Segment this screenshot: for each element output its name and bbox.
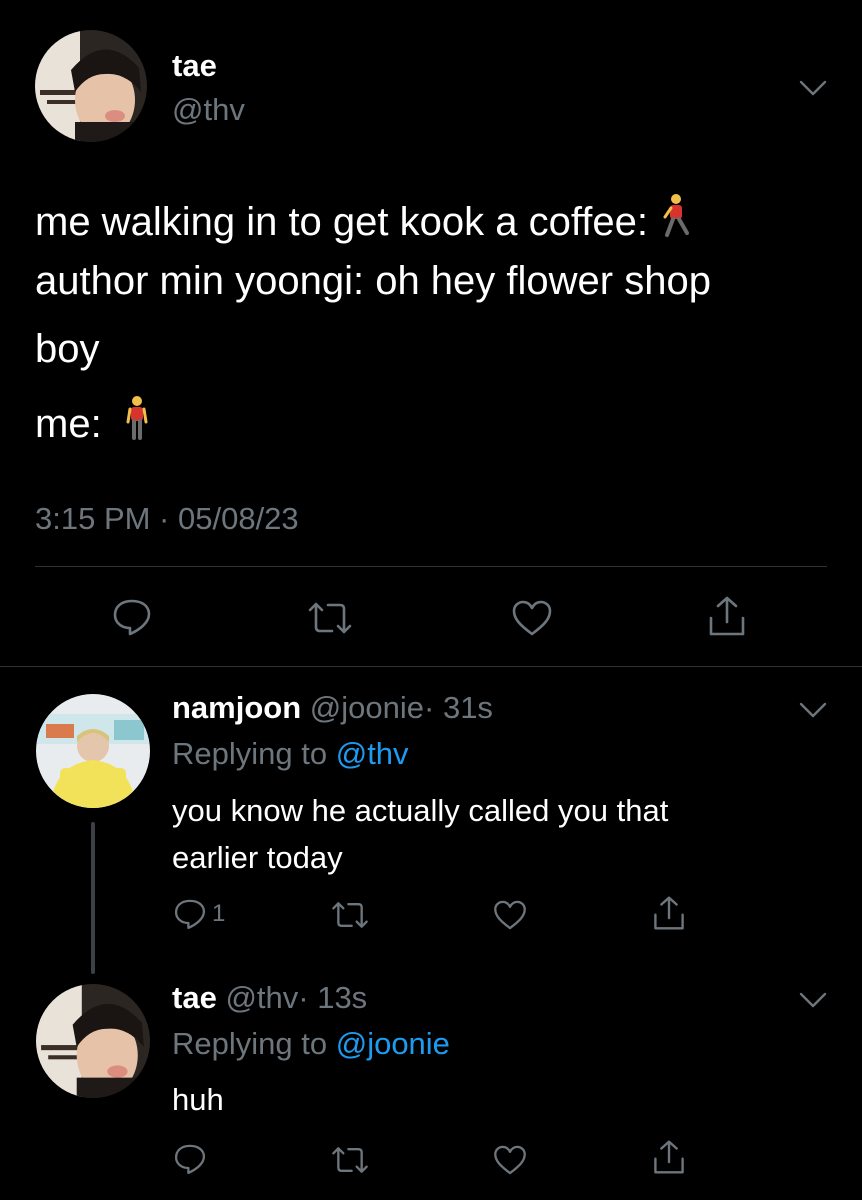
tweet-text-line-2: author min yoongi: oh hey flower shop (35, 259, 711, 303)
reply-text-line-1: huh (172, 1082, 224, 1117)
replying-to-prefix: Replying to (172, 1026, 328, 1061)
reply-button[interactable] (172, 1142, 208, 1176)
person-standing-icon (125, 395, 149, 451)
like-button[interactable] (492, 899, 528, 931)
retweet-button[interactable] (330, 1144, 370, 1176)
reply-header: namjoon @joonie· 31s (172, 690, 493, 726)
tweet-timestamp[interactable]: 3:15 PM · 05/08/23 (35, 501, 299, 537)
reply-button[interactable] (110, 597, 154, 637)
share-icon (709, 596, 745, 636)
tweet-text-line-4: me: (35, 395, 149, 451)
reply-button[interactable]: 1 (172, 897, 225, 931)
speech-bubble-icon (174, 1144, 206, 1175)
divider (35, 566, 827, 567)
main-handle[interactable]: @thv (172, 92, 245, 128)
avatar-tae[interactable] (35, 30, 147, 142)
retweet-button[interactable] (306, 599, 354, 637)
replying-to-prefix: Replying to (172, 736, 328, 771)
reply-header: tae @thv· 13s (172, 980, 367, 1016)
tweet-text-line-3: boy (35, 327, 100, 371)
heart-icon (512, 600, 552, 636)
reply-text-line-2: earlier today (172, 840, 343, 875)
replying-to-link[interactable]: @thv (336, 736, 409, 771)
share-button[interactable] (707, 594, 747, 638)
like-button[interactable] (492, 1144, 528, 1176)
heart-icon (494, 1145, 526, 1175)
chevron-down-icon[interactable] (798, 990, 828, 1010)
reply-handle[interactable]: @joonie (310, 690, 424, 725)
retweet-icon (332, 1147, 368, 1173)
replying-to-link[interactable]: @joonie (336, 1026, 450, 1061)
thread-line (91, 822, 95, 974)
avatar-namjoon[interactable] (36, 694, 150, 808)
reply-time[interactable]: · 31s (424, 690, 493, 725)
heart-icon (494, 900, 526, 930)
share-button[interactable] (652, 894, 686, 932)
section-divider (0, 666, 862, 667)
reply-text-line-1: you know he actually called you that (172, 793, 669, 828)
reply-display-name[interactable]: tae (172, 980, 217, 1015)
replying-to: Replying to @thv (172, 736, 409, 772)
tweet-text-4: me: (35, 402, 102, 446)
reply-time[interactable]: · 13s (298, 980, 367, 1015)
chevron-down-icon[interactable] (798, 700, 828, 720)
retweet-icon (332, 902, 368, 928)
like-button[interactable] (510, 599, 554, 637)
share-icon (654, 1140, 684, 1174)
chevron-down-icon[interactable] (798, 78, 828, 98)
speech-bubble-icon (113, 599, 151, 636)
avatar-tae[interactable] (36, 984, 150, 1098)
retweet-button[interactable] (330, 899, 370, 931)
share-button[interactable] (652, 1138, 686, 1176)
main-display-name[interactable]: tae (172, 48, 217, 84)
replying-to: Replying to @joonie (172, 1026, 450, 1062)
reply-display-name[interactable]: namjoon (172, 690, 301, 725)
person-walking-icon (659, 193, 693, 249)
reply-count: 1 (212, 900, 226, 927)
tweet-text-line-1: me walking in to get kook a coffee: (35, 193, 693, 249)
share-icon (654, 896, 684, 930)
retweet-icon (308, 602, 352, 634)
speech-bubble-icon (174, 899, 206, 930)
tweet-text-1: me walking in to get kook a coffee: (35, 200, 648, 244)
reply-handle[interactable]: @thv (225, 980, 298, 1015)
